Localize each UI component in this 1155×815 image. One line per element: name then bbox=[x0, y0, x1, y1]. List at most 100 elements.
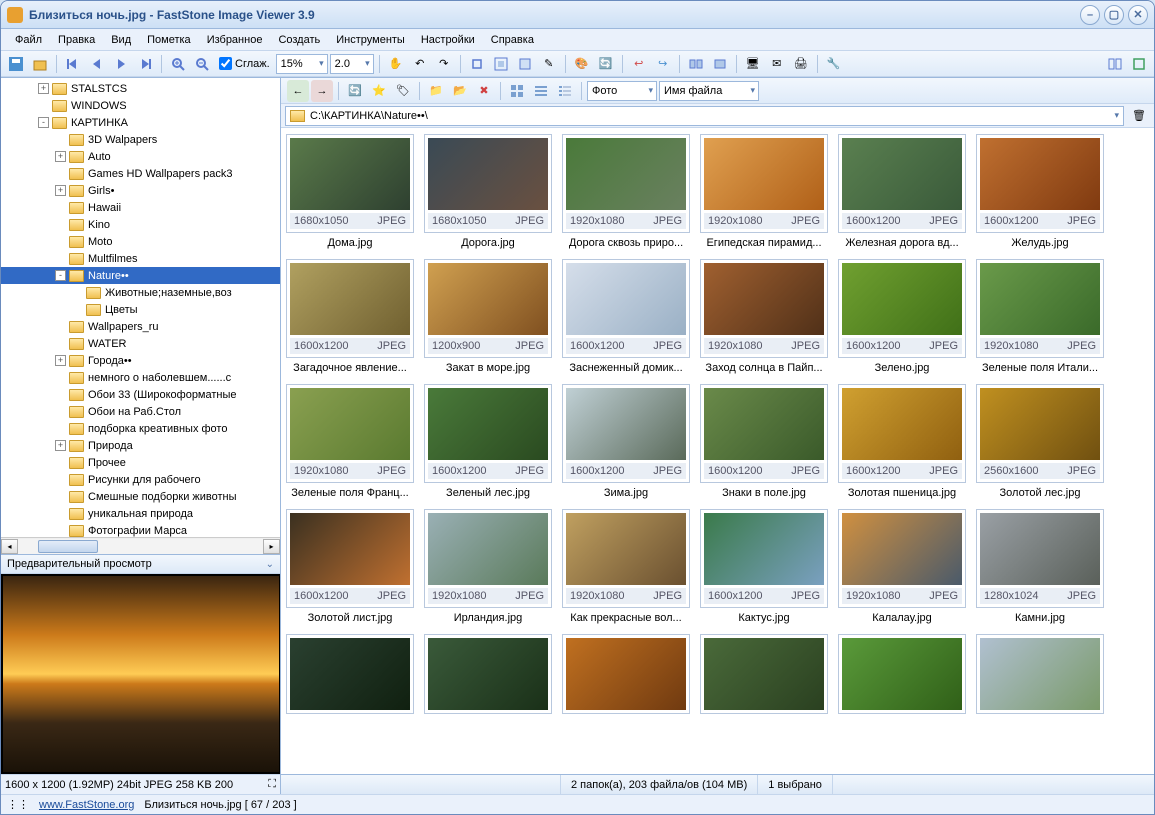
thumbnail[interactable]: 1920x1080JPEGДорога сквозь приро... bbox=[561, 134, 691, 249]
view-thumbs-icon[interactable] bbox=[506, 80, 528, 102]
adjust-icon[interactable]: 🎨 bbox=[571, 53, 593, 75]
zoom-in-icon[interactable] bbox=[167, 53, 189, 75]
smooth-checkbox[interactable]: Сглаж. bbox=[219, 57, 270, 70]
thumbnail[interactable] bbox=[561, 634, 691, 714]
minimize-button[interactable]: – bbox=[1080, 5, 1100, 25]
thumbnail[interactable]: 1920x1080JPEGИрландия.jpg bbox=[423, 509, 553, 624]
thumbnail[interactable]: 1680x1050JPEGДорога.jpg bbox=[423, 134, 553, 249]
thumbnail[interactable]: 1600x1200JPEGЗолотая пшеница.jpg bbox=[837, 384, 967, 499]
expand-icon[interactable]: + bbox=[55, 440, 66, 451]
address-input[interactable]: C:\КАРТИНКА\Nature••\ ▾ bbox=[285, 106, 1124, 126]
move-to-icon[interactable]: 📂 bbox=[449, 80, 471, 102]
tree-item[interactable]: +STALSTCS bbox=[1, 80, 280, 97]
website-link[interactable]: www.FastStone.org bbox=[39, 799, 134, 811]
thumbnail[interactable]: 1920x1080JPEGКак прекрасные вол... bbox=[561, 509, 691, 624]
print-icon[interactable]: 🖨 bbox=[790, 53, 812, 75]
tree-item[interactable]: Рисунки для рабочего bbox=[1, 471, 280, 488]
menu-Создать[interactable]: Создать bbox=[270, 31, 328, 49]
collapse-icon[interactable]: - bbox=[55, 270, 66, 281]
thumbnail[interactable]: 1920x1080JPEGКалалау.jpg bbox=[837, 509, 967, 624]
thumbnail[interactable]: 1600x1200JPEGЗолотой лист.jpg bbox=[285, 509, 415, 624]
thumbnail[interactable]: 1600x1200JPEGЗелено.jpg bbox=[837, 259, 967, 374]
open-icon[interactable] bbox=[29, 53, 51, 75]
tree-item[interactable]: подборка креативных фото bbox=[1, 420, 280, 437]
thumbnail[interactable]: 1680x1050JPEGДома.jpg bbox=[285, 134, 415, 249]
expand-icon[interactable]: + bbox=[55, 151, 66, 162]
canvas-icon[interactable] bbox=[514, 53, 536, 75]
prev-icon[interactable] bbox=[86, 53, 108, 75]
nav-fwd-icon[interactable]: → bbox=[311, 80, 333, 102]
tree-item[interactable]: Обои на Раб.Стол bbox=[1, 403, 280, 420]
refresh-folder-icon[interactable]: 🔄 bbox=[344, 80, 366, 102]
tree-item[interactable]: +Природа bbox=[1, 437, 280, 454]
close-button[interactable]: ✕ bbox=[1128, 5, 1148, 25]
thumbnail[interactable]: 1600x1200JPEGЗнаки в поле.jpg bbox=[699, 384, 829, 499]
menu-Пометка[interactable]: Пометка bbox=[139, 31, 199, 49]
save-icon[interactable] bbox=[5, 53, 27, 75]
thumbnail[interactable] bbox=[423, 634, 553, 714]
view-list-icon[interactable] bbox=[530, 80, 552, 102]
maximize-button[interactable]: ▢ bbox=[1104, 5, 1124, 25]
tree-item[interactable]: Обои 33 (Широкоформатные bbox=[1, 386, 280, 403]
tree-item[interactable]: уникальная природа bbox=[1, 505, 280, 522]
thumbnail[interactable] bbox=[285, 634, 415, 714]
thumbnail[interactable]: 1920x1080JPEGЕгипедская пирамид... bbox=[699, 134, 829, 249]
preview-expand-icon[interactable]: ⛶ bbox=[268, 778, 276, 791]
sort-combo[interactable]: Имя файла bbox=[659, 81, 759, 101]
slideshow-icon[interactable] bbox=[709, 53, 731, 75]
copy-to-icon[interactable]: 📁 bbox=[425, 80, 447, 102]
tree-item[interactable]: Games HD Wallpapers pack3 bbox=[1, 165, 280, 182]
rotate-left-icon[interactable]: ↶ bbox=[409, 53, 431, 75]
resize-icon[interactable] bbox=[490, 53, 512, 75]
tree-item[interactable]: 3D Walpapers bbox=[1, 131, 280, 148]
compare-icon[interactable] bbox=[685, 53, 707, 75]
refresh-icon[interactable]: 🔄 bbox=[595, 53, 617, 75]
menu-Правка[interactable]: Правка bbox=[50, 31, 103, 49]
tree-item[interactable]: Kino bbox=[1, 216, 280, 233]
rotate-right-icon[interactable]: ↷ bbox=[433, 53, 455, 75]
crop-icon[interactable] bbox=[466, 53, 488, 75]
menu-Инструменты[interactable]: Инструменты bbox=[328, 31, 413, 49]
first-icon[interactable] bbox=[62, 53, 84, 75]
collapse-icon[interactable]: - bbox=[38, 117, 49, 128]
thumbnail[interactable] bbox=[975, 634, 1105, 714]
settings-icon[interactable]: 🔧 bbox=[823, 53, 845, 75]
folder-tree[interactable]: +STALSTCSWINDOWS-КАРТИНКА3D Walpapers+Au… bbox=[1, 78, 280, 537]
menu-Вид[interactable]: Вид bbox=[103, 31, 139, 49]
view-detail-icon[interactable] bbox=[554, 80, 576, 102]
email-icon[interactable]: ✉ bbox=[766, 53, 788, 75]
tree-item[interactable]: +Auto bbox=[1, 148, 280, 165]
zoom-percent-combo[interactable]: 15% bbox=[276, 54, 328, 74]
hand-icon[interactable]: ✋ bbox=[385, 53, 407, 75]
fullscreen-icon[interactable] bbox=[1128, 53, 1150, 75]
tree-item[interactable]: Moto bbox=[1, 233, 280, 250]
thumbnail[interactable]: 1600x1200JPEGКактус.jpg bbox=[699, 509, 829, 624]
tree-item[interactable]: -КАРТИНКА bbox=[1, 114, 280, 131]
tree-item[interactable]: Животные;наземные,воз bbox=[1, 284, 280, 301]
layout-icon[interactable] bbox=[1104, 53, 1126, 75]
thumbnail[interactable]: 1920x1080JPEGЗеленые поля Франц... bbox=[285, 384, 415, 499]
menu-Избранное[interactable]: Избранное bbox=[199, 31, 271, 49]
tree-item[interactable]: WATER bbox=[1, 335, 280, 352]
thumbnail[interactable]: 1200x900JPEGЗакат в море.jpg bbox=[423, 259, 553, 374]
thumbnail[interactable]: 1600x1200JPEGЗима.jpg bbox=[561, 384, 691, 499]
zoom-out-icon[interactable] bbox=[191, 53, 213, 75]
thumbnail-area[interactable]: 1680x1050JPEGДома.jpg1680x1050JPEGДорога… bbox=[281, 128, 1154, 774]
tree-item[interactable]: -Nature•• bbox=[1, 267, 280, 284]
thumbnail[interactable]: 1600x1200JPEGЗеленый лес.jpg bbox=[423, 384, 553, 499]
thumbnail[interactable]: 1600x1200JPEGЖелезная дорога вд... bbox=[837, 134, 967, 249]
tree-item[interactable]: Wallpapers_ru bbox=[1, 318, 280, 335]
tree-item[interactable]: Цветы bbox=[1, 301, 280, 318]
expand-icon[interactable]: + bbox=[55, 355, 66, 366]
thumbnail[interactable]: 1920x1080JPEGЗеленые поля Итали... bbox=[975, 259, 1105, 374]
tree-item[interactable]: WINDOWS bbox=[1, 97, 280, 114]
favorite-icon[interactable]: ⭐ bbox=[368, 80, 390, 102]
trash-icon[interactable]: 🗑 bbox=[1128, 105, 1150, 127]
tree-item[interactable]: немного о наболевшем......с bbox=[1, 369, 280, 386]
scroll-left-button[interactable]: ◂ bbox=[1, 539, 18, 554]
menu-Файл[interactable]: Файл bbox=[7, 31, 50, 49]
next-icon[interactable] bbox=[110, 53, 132, 75]
tree-item[interactable]: Multfilmes bbox=[1, 250, 280, 267]
tree-item[interactable]: Hawaii bbox=[1, 199, 280, 216]
thumbnail[interactable] bbox=[699, 634, 829, 714]
